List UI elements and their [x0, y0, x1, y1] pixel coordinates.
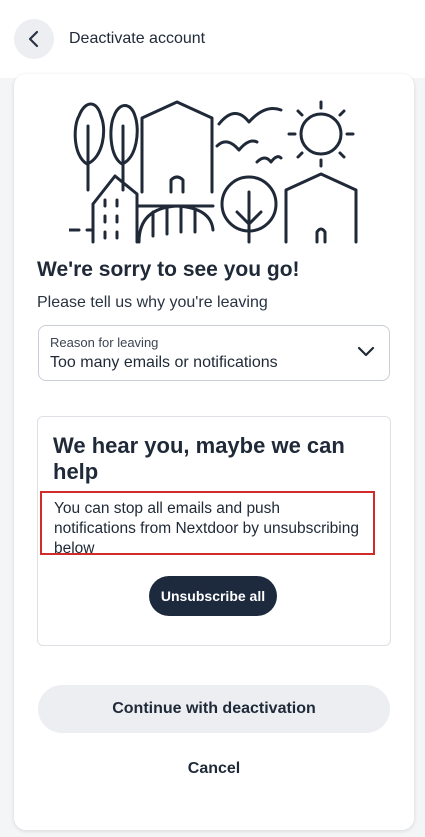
- unsubscribe-all-button[interactable]: Unsubscribe all: [149, 576, 277, 616]
- page-title: Deactivate account: [69, 30, 206, 47]
- village-illustration: [67, 96, 369, 244]
- cancel-button[interactable]: Cancel: [38, 760, 390, 782]
- help-panel-body: You can stop all emails and push notific…: [40, 491, 375, 557]
- top-bar: Deactivate account: [0, 0, 425, 78]
- deactivate-card: We're sorry to see you go! Please tell u…: [14, 74, 414, 830]
- chevron-left-icon: [27, 30, 41, 48]
- help-panel-title: We hear you, maybe we can help: [53, 433, 345, 484]
- chevron-down-icon: [357, 345, 375, 363]
- back-button[interactable]: [14, 19, 54, 59]
- reason-select-value: Too many emails or notifications: [50, 354, 278, 371]
- continue-deactivation-button[interactable]: Continue with deactivation: [38, 685, 390, 733]
- headline: We're sorry to see you go!: [37, 258, 300, 281]
- reason-select[interactable]: Reason for leaving Too many emails or no…: [38, 325, 390, 381]
- reason-select-label: Reason for leaving: [50, 335, 159, 350]
- help-panel: We hear you, maybe we can help You can s…: [37, 416, 391, 646]
- leave-reason-prompt: Please tell us why you're leaving: [37, 294, 268, 311]
